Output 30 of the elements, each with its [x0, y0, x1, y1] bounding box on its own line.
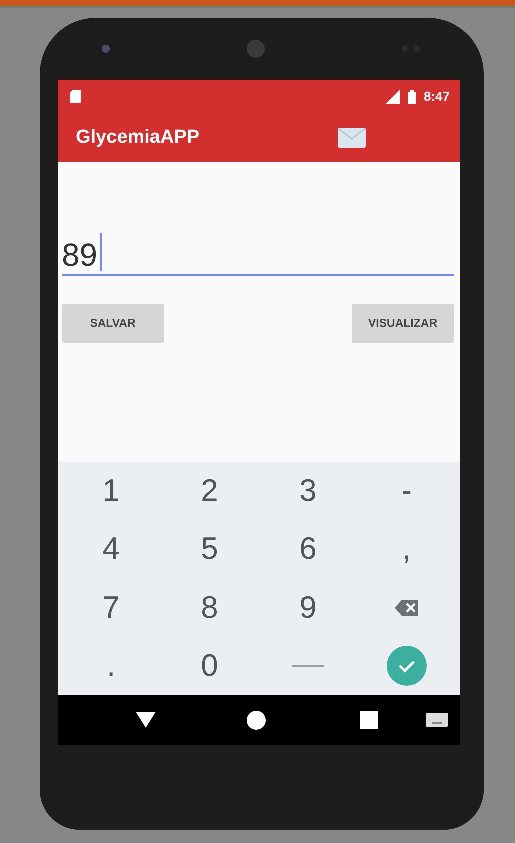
keyboard-key[interactable]: 2: [180, 467, 240, 516]
keyboard-key[interactable]: ,: [376, 525, 437, 574]
home-icon[interactable]: [247, 710, 266, 730]
checkmark-icon: [386, 646, 427, 686]
keyboard-key[interactable]: 9: [278, 584, 338, 632]
signal-icon: [384, 90, 400, 104]
mail-icon[interactable]: [338, 128, 366, 148]
keyboard-icon[interactable]: [426, 713, 448, 727]
glucose-input-field[interactable]: 89: [62, 228, 454, 276]
app-title: GlycemiaAPP: [76, 126, 201, 148]
backspace-icon: [394, 598, 419, 617]
keyboard-key[interactable]: 7: [81, 584, 142, 632]
keyboard-key[interactable]: 8: [180, 584, 240, 632]
camera-icon: [102, 45, 110, 53]
keyboard-key[interactable]: 3: [278, 467, 338, 516]
battery-icon: [408, 90, 416, 104]
keyboard-key[interactable]: 6: [278, 525, 338, 574]
status-time: 8:47: [424, 89, 450, 104]
sd-card-icon: [70, 90, 81, 103]
keyboard-key[interactable]: .: [81, 642, 142, 690]
keyboard-key[interactable]: 5: [180, 525, 240, 574]
keyboard-key[interactable]: 1: [81, 467, 142, 516]
save-button[interactable]: SALVAR: [62, 304, 164, 343]
speaker-grille-icon: [247, 40, 265, 58]
keyboard-key[interactable]: 0: [180, 642, 240, 690]
keyboard-key[interactable]: 4: [81, 525, 142, 574]
view-button[interactable]: VISUALIZAR: [352, 304, 454, 343]
back-icon[interactable]: [136, 712, 156, 728]
space-bar-icon: [292, 664, 324, 668]
keyboard-key[interactable]: -: [376, 467, 437, 516]
